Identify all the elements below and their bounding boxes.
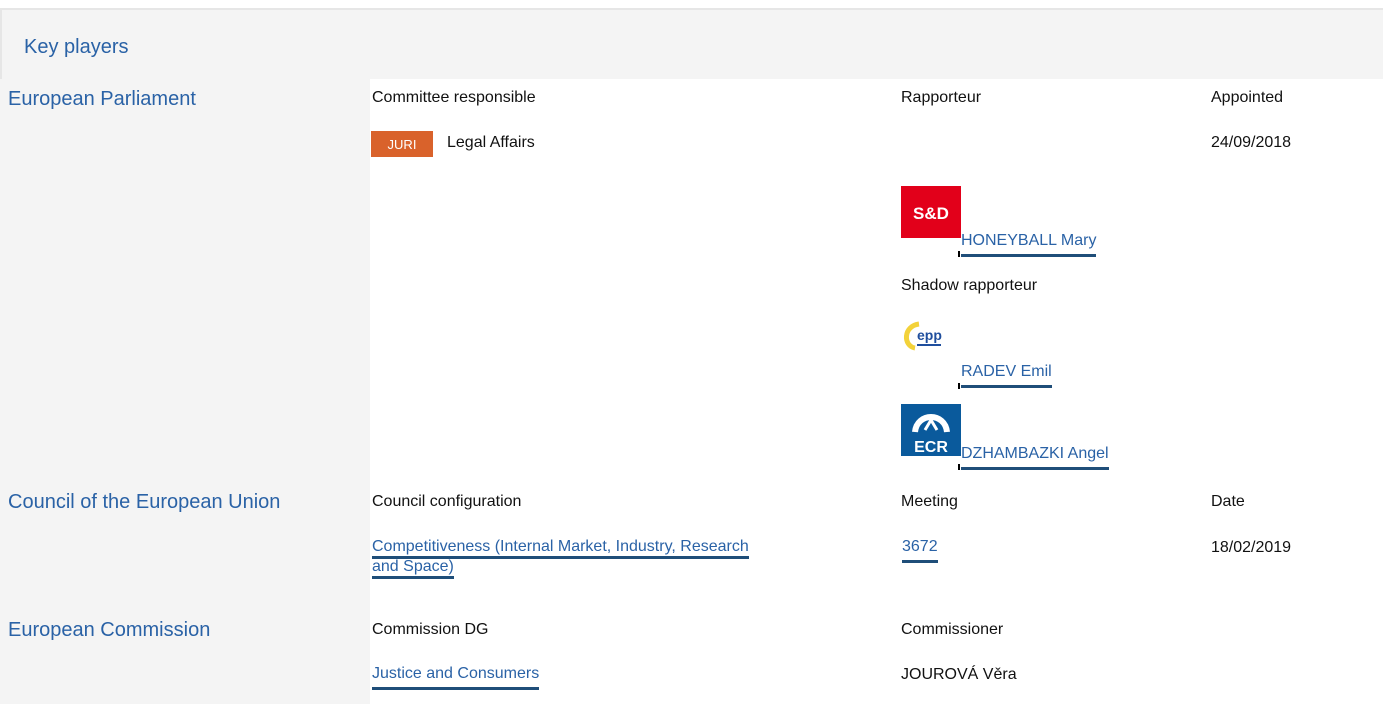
appointed-date: 24/09/2018 <box>1211 134 1292 151</box>
top-spacer <box>0 0 1383 8</box>
institution-commission: European Commission <box>8 619 211 641</box>
commissioner-name: JOUROVÁ Věra <box>901 666 1017 683</box>
logo-tick <box>958 383 960 389</box>
col-commissioner: Commissioner <box>901 621 1004 638</box>
details-column <box>370 79 1383 704</box>
svg-text:S&D: S&D <box>913 204 949 223</box>
col-committee-responsible: Committee responsible <box>372 89 536 106</box>
institution-column <box>0 79 370 704</box>
council-date: 18/02/2019 <box>1211 539 1292 556</box>
section-title: Key players <box>24 36 129 58</box>
committee-name: Legal Affairs <box>447 134 535 151</box>
shadow-rapporteur-link-1[interactable]: RADEV Emil <box>961 362 1052 388</box>
council-configuration-link[interactable]: Competitiveness (Internal Market, Indust… <box>372 537 897 579</box>
committee-badge: JURI <box>371 131 433 157</box>
col-commission-dg: Commission DG <box>372 621 489 638</box>
col-council-configuration: Council configuration <box>372 493 522 510</box>
col-date: Date <box>1211 493 1245 510</box>
rapporteur-link[interactable]: HONEYBALL Mary <box>961 231 1097 257</box>
logo-tick <box>958 251 960 257</box>
sd-group-logo-icon: S&D <box>901 186 961 238</box>
council-configuration-line2[interactable]: and Space) <box>372 558 454 579</box>
ecr-group-logo-icon: ECR <box>901 404 961 456</box>
logo-tick <box>958 464 960 470</box>
col-meeting: Meeting <box>901 493 958 510</box>
shadow-rapporteur-link-2[interactable]: DZHAMBAZKI Angel <box>961 444 1109 470</box>
shadow-rapporteur-label: Shadow rapporteur <box>901 277 1038 294</box>
meeting-link[interactable]: 3672 <box>902 537 938 563</box>
institution-european-parliament: European Parliament <box>8 88 196 110</box>
section-header: Key players <box>0 8 1383 79</box>
institution-council: Council of the European Union <box>8 491 281 513</box>
svg-text:ECR: ECR <box>914 439 948 456</box>
col-appointed: Appointed <box>1211 89 1284 106</box>
commission-dg-link[interactable]: Justice and Consumers <box>372 664 540 690</box>
epp-group-logo-icon: epp <box>901 318 961 370</box>
council-configuration-line1[interactable]: Competitiveness (Internal Market, Indust… <box>372 538 749 559</box>
svg-text:epp: epp <box>917 327 942 343</box>
col-rapporteur: Rapporteur <box>901 89 982 106</box>
